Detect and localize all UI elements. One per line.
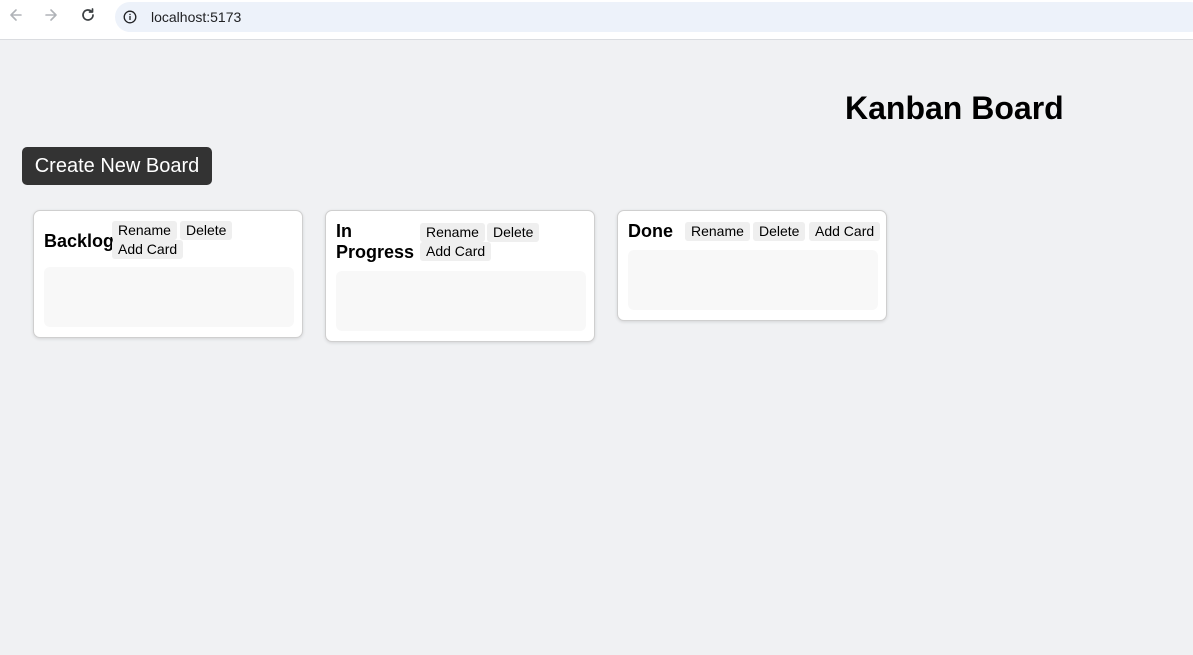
arrow-right-icon (43, 7, 59, 28)
delete-button[interactable]: Delete (180, 221, 233, 240)
reload-icon (80, 7, 96, 28)
card-list (628, 250, 878, 310)
forward-button[interactable] (40, 6, 62, 28)
rename-button[interactable]: Rename (420, 223, 485, 242)
page-title: Kanban Board (845, 90, 1064, 126)
rename-button[interactable]: Rename (112, 221, 177, 240)
column-backlog: Backlog Rename Delete Add Card (33, 210, 303, 338)
column-title: Backlog (44, 231, 115, 251)
card-list (336, 271, 586, 331)
info-icon[interactable] (122, 9, 138, 25)
column-title: Done (628, 221, 673, 241)
url-text[interactable]: localhost:5173 (151, 9, 241, 25)
add-card-button[interactable]: Add Card (809, 222, 881, 241)
add-card-button[interactable]: Add Card (112, 240, 184, 259)
browser-toolbar: localhost:5173 (0, 0, 1193, 40)
card-list (44, 267, 294, 327)
rename-button[interactable]: Rename (685, 222, 750, 241)
create-new-board-button[interactable]: Create New Board (22, 147, 212, 185)
reload-button[interactable] (77, 6, 99, 28)
column-title: In Progress (336, 221, 415, 262)
arrow-left-icon (8, 7, 24, 28)
address-bar[interactable]: localhost:5173 (115, 2, 1193, 32)
back-button[interactable] (5, 6, 27, 28)
column-done: Done Rename Delete Add Card (617, 210, 887, 321)
delete-button[interactable]: Delete (753, 222, 806, 241)
column-in-progress: In Progress Rename Delete Add Card (325, 210, 595, 342)
add-card-button[interactable]: Add Card (420, 242, 492, 261)
delete-button[interactable]: Delete (487, 223, 540, 242)
